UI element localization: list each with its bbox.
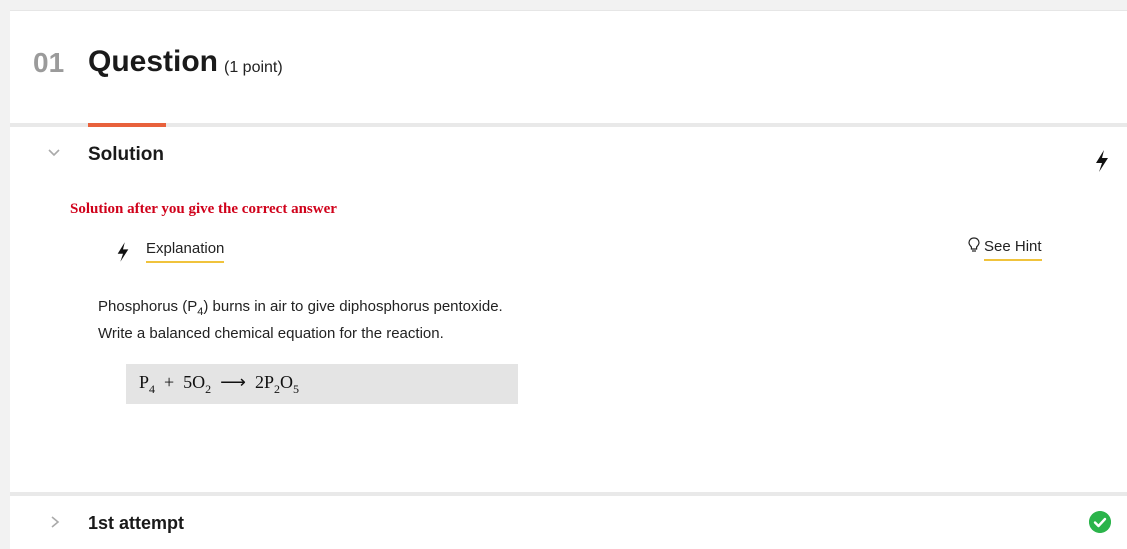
question-points: (1 point) (224, 59, 283, 76)
chevron-down-icon[interactable] (48, 146, 60, 158)
chevron-right-icon[interactable] (50, 516, 60, 528)
lightbulb-icon (968, 237, 980, 252)
equation-box: P4 + 5O2 ⟶ 2P2O5 (126, 364, 518, 404)
lightning-icon (117, 242, 129, 262)
question-number: 01 (33, 47, 65, 78)
section-divider (10, 123, 1127, 127)
solution-note: Solution after you give the correct answ… (70, 201, 337, 217)
check-circle-icon (1089, 511, 1111, 533)
lightning-icon (1096, 150, 1108, 172)
see-hint-link[interactable]: See Hint (968, 237, 1042, 261)
attempt-toggle[interactable]: 1st attempt (88, 513, 184, 534)
active-accent-bar (88, 123, 166, 127)
section-divider (10, 492, 1127, 496)
question-header: 01 Question (1 point) (10, 11, 1127, 123)
chemical-equation: P4 + 5O2 ⟶ 2P2O5 (139, 372, 299, 396)
question-card: 01 Question (1 point) Solution Solution … (10, 10, 1127, 549)
body-line-1: Phosphorus (P4) burns in air to give dip… (98, 298, 503, 318)
body-line-2: Write a balanced chemical equation for t… (98, 325, 444, 342)
solution-body: Phosphorus (P4) burns in air to give dip… (98, 296, 503, 344)
see-hint-label[interactable]: See Hint (984, 238, 1042, 261)
question-title: Question (88, 45, 219, 78)
solution-toggle[interactable]: Solution (88, 144, 164, 166)
explanation-link[interactable]: Explanation (146, 240, 225, 263)
